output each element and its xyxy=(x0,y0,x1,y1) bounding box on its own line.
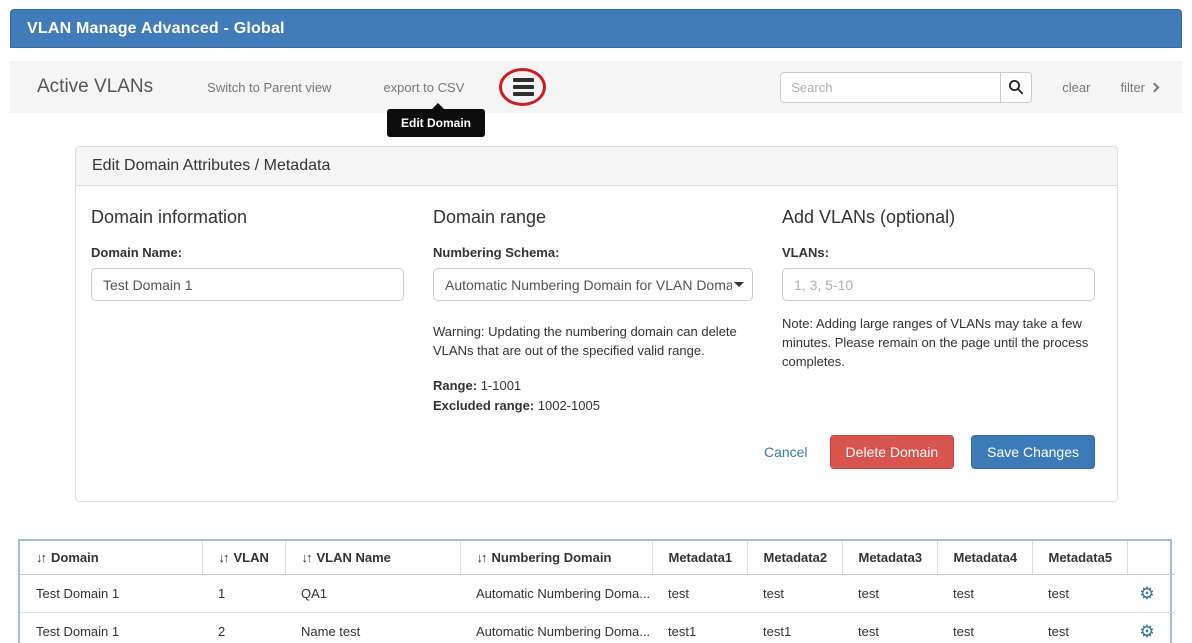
domain-name-input[interactable] xyxy=(91,268,404,301)
sort-icon: ↓↑ xyxy=(36,550,45,565)
edit-domain-panel: Edit Domain Attributes / Metadata Domain… xyxy=(75,146,1118,502)
domain-name-label: Domain Name: xyxy=(91,245,404,260)
numbering-warning-text: Warning: Updating the numbering domain c… xyxy=(433,323,753,361)
column-header-domain[interactable]: ↓↑Domain xyxy=(20,541,202,575)
row-settings-gear-icon[interactable]: ⚙ xyxy=(1139,584,1154,603)
table-row: Test Domain 1 2 Name test Automatic Numb… xyxy=(20,612,1175,643)
domain-information-heading: Domain information xyxy=(91,207,404,228)
column-header-vlan-name[interactable]: ↓↑VLAN Name xyxy=(285,541,460,575)
domain-information-section: Domain information Domain Name: xyxy=(91,207,404,413)
panel-actions: Cancel Delete Domain Save Changes xyxy=(91,435,1095,469)
active-vlans-title: Active VLANs xyxy=(37,76,153,98)
search-icon xyxy=(1008,79,1024,95)
add-vlans-section: Add VLANs (optional) VLANs: Note: Adding… xyxy=(782,207,1095,413)
clear-link[interactable]: clear xyxy=(1062,80,1090,95)
cancel-button[interactable]: Cancel xyxy=(764,444,808,460)
column-header-numbering-domain[interactable]: ↓↑Numbering Domain xyxy=(460,541,652,575)
search-input[interactable] xyxy=(780,72,1000,103)
domain-range-heading: Domain range xyxy=(433,207,753,228)
search-group: clear filter xyxy=(780,72,1158,103)
sort-icon: ↓↑ xyxy=(302,550,311,565)
vlans-note-text: Note: Adding large ranges of VLANs may t… xyxy=(782,315,1095,372)
delete-domain-button[interactable]: Delete Domain xyxy=(830,435,955,469)
domain-range-section: Domain range Numbering Schema: Automatic… xyxy=(433,207,753,413)
edit-domain-tooltip: Edit Domain xyxy=(387,109,485,137)
vlans-label: VLANs: xyxy=(782,245,1095,260)
hamburger-icon xyxy=(513,78,534,82)
excluded-range-line: Excluded range: 1002-1005 xyxy=(433,398,753,413)
search-button[interactable] xyxy=(1000,72,1032,103)
panel-title: Edit Domain Attributes / Metadata xyxy=(76,147,1117,186)
column-header-metadata4: Metadata4 xyxy=(937,541,1032,575)
table-header-row: ↓↑Domain ↓↑VLAN ↓↑VLAN Name ↓↑Numbering … xyxy=(20,541,1175,575)
numbering-schema-select[interactable]: Automatic Numbering Domain for VLAN Doma xyxy=(433,268,753,301)
table-row: Test Domain 1 1 QA1 Automatic Numbering … xyxy=(20,574,1175,612)
vlans-input[interactable] xyxy=(782,268,1095,301)
excluded-range-value: 1002-1005 xyxy=(538,398,600,413)
toolbar: Active VLANs Switch to Parent view expor… xyxy=(10,61,1182,113)
sort-icon: ↓↑ xyxy=(477,550,486,565)
column-header-actions xyxy=(1127,541,1175,575)
page-title: VLAN Manage Advanced - Global xyxy=(27,20,285,38)
column-header-metadata3: Metadata3 xyxy=(842,541,937,575)
range-value: 1-1001 xyxy=(481,378,521,393)
tooltip-arrow-icon xyxy=(431,103,445,110)
column-header-metadata5: Metadata5 xyxy=(1032,541,1127,575)
caret-down-icon xyxy=(734,282,744,287)
range-line: Range: 1-1001 xyxy=(433,378,753,393)
add-vlans-heading: Add VLANs (optional) xyxy=(782,207,1095,228)
vlan-table: ↓↑Domain ↓↑VLAN ↓↑VLAN Name ↓↑Numbering … xyxy=(20,541,1175,643)
save-changes-button[interactable]: Save Changes xyxy=(971,435,1095,469)
column-header-vlan[interactable]: ↓↑VLAN xyxy=(202,541,285,575)
export-csv-link[interactable]: export to CSV xyxy=(383,80,464,95)
sort-icon: ↓↑ xyxy=(219,550,228,565)
filter-link[interactable]: filter xyxy=(1120,80,1158,95)
column-header-metadata2: Metadata2 xyxy=(747,541,842,575)
switch-parent-view-link[interactable]: Switch to Parent view xyxy=(207,80,331,95)
panel-body: Domain information Domain Name: Domain r… xyxy=(76,186,1117,501)
column-header-metadata1: Metadata1 xyxy=(652,541,747,575)
numbering-schema-label: Numbering Schema: xyxy=(433,245,753,260)
row-settings-gear-icon[interactable]: ⚙ xyxy=(1139,622,1154,641)
vlan-table-container: ↓↑Domain ↓↑VLAN ↓↑VLAN Name ↓↑Numbering … xyxy=(18,539,1172,643)
chevron-right-icon xyxy=(1150,83,1160,93)
page: VLAN Manage Advanced - Global Active VLA… xyxy=(0,0,1192,643)
titlebar: VLAN Manage Advanced - Global xyxy=(10,9,1182,48)
edit-domain-menu-button[interactable] xyxy=(508,74,538,100)
